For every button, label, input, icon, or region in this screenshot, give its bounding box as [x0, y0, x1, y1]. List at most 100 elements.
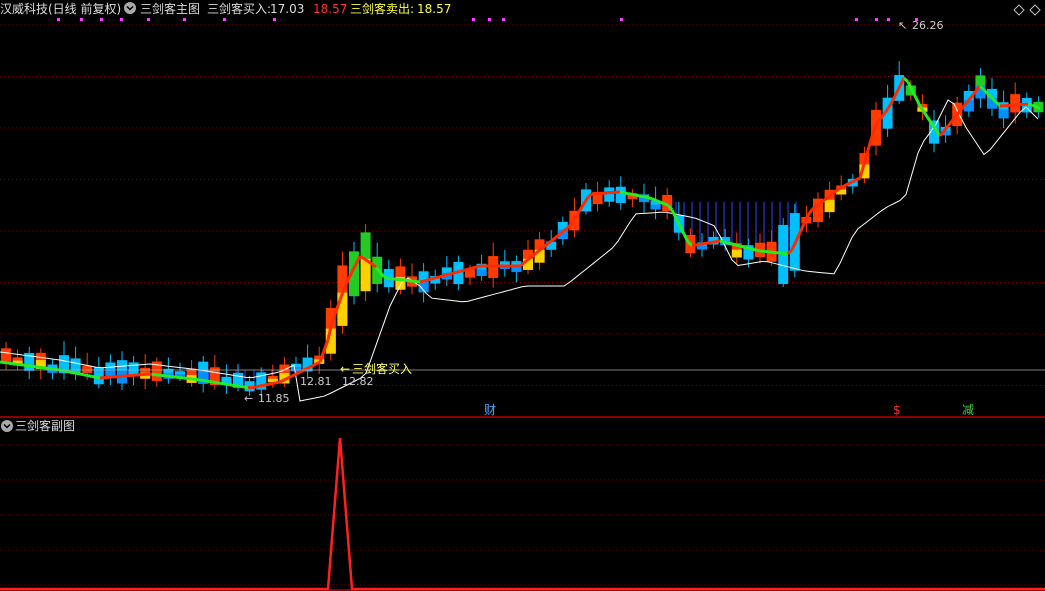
sub-indicator-chart[interactable]: [0, 435, 1045, 591]
trend-segment: [87, 374, 93, 378]
diamond-left-icon: [1013, 4, 1025, 16]
candle-body-shade: [697, 245, 707, 250]
trend-segment: [39, 365, 45, 370]
trend-segment: [211, 380, 217, 385]
trend-segment: [383, 275, 389, 280]
trend-segment: [431, 276, 437, 281]
top-marker-dot: [223, 18, 226, 21]
trend-segment: [423, 278, 429, 283]
main-chart-header: 汉威科技(日线 前复权) 三剑客主图 三剑客买入: 17.03 18.57 三剑…: [0, 0, 1045, 18]
trend-segment: [63, 369, 69, 374]
trend-segment: [471, 265, 477, 270]
trend-segment: [267, 382, 273, 386]
trend-segment: [475, 264, 481, 269]
trend-segment: [231, 383, 237, 388]
top-markers: [57, 18, 918, 21]
trend-segment: [19, 363, 25, 367]
trend-segment: [743, 245, 749, 250]
sell-value: 18.57: [417, 2, 452, 16]
top-marker-dot: [120, 18, 123, 21]
main-candlestick-chart[interactable]: ← 三剑客买入 ← 11.85 12.81 12.82 ↖ 26.26 财 $ …: [0, 18, 1045, 418]
top-marker-dot: [472, 18, 475, 21]
trend-segment: [1035, 105, 1041, 111]
trend-segment: [847, 180, 853, 186]
trend-segment: [287, 374, 293, 380]
event-marker-dividend[interactable]: $: [893, 403, 901, 417]
sell-label: 三剑客卖出:: [350, 2, 415, 16]
top-marker-dot: [57, 18, 60, 21]
buy-value: 17.03: [270, 2, 305, 16]
trend-segment: [419, 279, 425, 284]
trend-segment: [295, 370, 301, 376]
trend-segment: [691, 243, 697, 248]
trend-segment: [695, 242, 701, 247]
trend-segment: [227, 382, 233, 387]
trend-segment: [47, 366, 53, 371]
trend-segment: [3, 361, 9, 365]
trend-segment: [670, 209, 678, 219]
trend-segment: [31, 364, 37, 369]
trend-segment: [922, 111, 930, 119]
candle-body-shade: [476, 269, 487, 276]
trend-segment: [315, 360, 321, 366]
trend-segment: [707, 240, 713, 245]
trend-segment: [635, 193, 641, 198]
main-indicator-name: 三剑客主图: [140, 2, 201, 16]
trend-segment: [627, 192, 633, 196]
trend-segment: [735, 243, 741, 248]
trend-segment: [866, 135, 874, 151]
trend-segment: [251, 385, 257, 390]
top-marker-dot: [488, 18, 491, 21]
top-marker-dot: [502, 18, 505, 21]
trend-segment: [259, 383, 265, 388]
trend-segment: [451, 270, 457, 275]
top-marker-dot: [147, 18, 150, 21]
buy-signal-text: 三剑客买入: [352, 361, 412, 376]
trend-segment: [719, 239, 725, 244]
trend-segment: [551, 236, 557, 242]
trend-segment: [699, 242, 705, 246]
main-grid: [0, 24, 1045, 386]
trend-segment: [619, 190, 625, 195]
candle-body-shade: [824, 199, 835, 213]
high-price-label: 26.26: [912, 19, 944, 32]
support-line: [0, 99, 1039, 402]
event-marker-reduce[interactable]: 减: [962, 403, 974, 417]
trend-segment: [659, 200, 665, 205]
trend-segment: [855, 176, 861, 182]
top-marker-dot: [183, 18, 186, 21]
trend-segment: [711, 240, 717, 244]
trend-segment: [43, 366, 49, 370]
trend-segment: [703, 241, 709, 246]
trend-segment: [435, 275, 441, 280]
trend-segment: [199, 378, 205, 383]
trend-segment: [443, 273, 449, 278]
trend-segment: [839, 184, 845, 190]
trend-segment: [651, 197, 657, 202]
top-marker-dot: [80, 18, 83, 21]
trend-segment: [851, 178, 857, 184]
trend-segment: [243, 385, 249, 390]
event-marker-finance[interactable]: 财: [484, 403, 496, 417]
top-marker-dot: [887, 18, 890, 21]
trend-segment: [71, 370, 77, 375]
trend-segment: [75, 371, 81, 376]
trend-segment: [439, 274, 445, 279]
trend-segment: [255, 384, 261, 389]
candle-body: [82, 365, 93, 374]
buy-signal-label: ←: [340, 362, 350, 376]
trend-segment: [946, 120, 954, 127]
candle-body: [615, 186, 626, 203]
trend-segment: [455, 269, 461, 274]
trend-segment: [27, 364, 33, 368]
high-price-arrow: ↖: [898, 19, 907, 32]
price-annotation-2: 12.82: [342, 375, 374, 388]
trend-segment: [79, 372, 85, 377]
trend-segment: [283, 376, 289, 382]
trend-segment: [95, 375, 101, 380]
trend-segment: [459, 268, 465, 273]
trend-segment: [83, 373, 89, 378]
trend-segment: [723, 240, 729, 245]
top-marker-dot: [100, 18, 103, 21]
trend-segment: [0, 360, 5, 365]
